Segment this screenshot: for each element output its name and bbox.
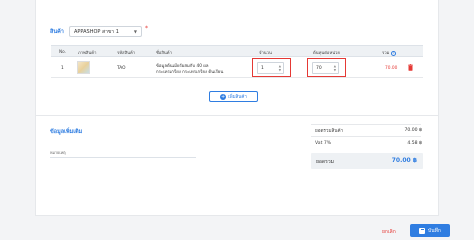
branch-select[interactable]: APPASHOP สาขา 1 ▼ [69,26,142,37]
chevron-down-icon: ▼ [133,29,137,34]
footer-bar [0,216,474,240]
save-icon [419,227,426,234]
cancel-button[interactable]: ยกเลิก [382,228,396,236]
header-qty: จำนวน [259,50,272,55]
header-no: No. [59,49,66,54]
save-button-label: บันทึก [428,227,441,234]
quantity-highlight-box [252,58,291,77]
vat-value: 4.58 ฿ [407,141,422,146]
info-icon[interactable]: i [391,50,397,56]
save-button[interactable]: บันทึก [410,224,450,237]
plus-circle-icon: + [220,93,227,100]
header-sku: รหัสสินค้า [117,50,136,55]
grand-total-label: ยอดรวม [316,159,334,165]
note-input[interactable] [50,157,196,158]
vat-label: Vat 7% [315,141,332,146]
header-unit-cost: ต้นทุนต่อหน่วย [313,50,340,55]
row-no: 1 [61,66,64,71]
header-total: รวม i [382,49,397,56]
row-name-line2: กระเทรเกรียง กระเทรเกรียง ต้นเรียน [156,70,224,75]
product-section-label: สินค้า [50,29,64,35]
header-image: ภาพสินค้า [78,50,97,55]
section-divider [35,115,439,116]
trash-icon[interactable] [408,64,413,71]
branch-select-value: APPASHOP สาขา 1 [74,28,119,35]
subtotal-label: ยอดรวมสินค้า [315,129,344,134]
header-total-label: รวม [382,50,390,55]
note-label: หมายเหตุ [50,150,66,155]
grand-total-box: ยอดรวม 70.00 ฿ [311,153,423,169]
row-sku: TAO [117,66,126,71]
summary-mid-line [311,136,421,137]
add-product-label: เพิ่มสินค้า [228,95,247,100]
summary-top-line [311,124,421,125]
row-total: 70.00 [385,66,398,71]
unit-cost-highlight-box [307,58,346,77]
add-product-button[interactable]: + เพิ่มสินค้า [209,91,258,102]
required-mark: * [145,25,148,32]
additional-info-title: ข้อมูลเพิ่มเติม [50,129,83,135]
product-thumbnail [77,61,90,74]
header-name: ชื่อสินค้า [156,50,172,55]
table-row: 1 TAO ข้อมูลต้นเมียร์ผสมกับ 40 ผล กระเทร… [51,58,423,78]
grand-total-value: 70.00 ฿ [391,157,417,164]
table-header: No. ภาพสินค้า รหัสสินค้า ชื่อสินค้า จำนว… [51,45,423,57]
subtotal-value: 70.00 ฿ [404,128,422,133]
